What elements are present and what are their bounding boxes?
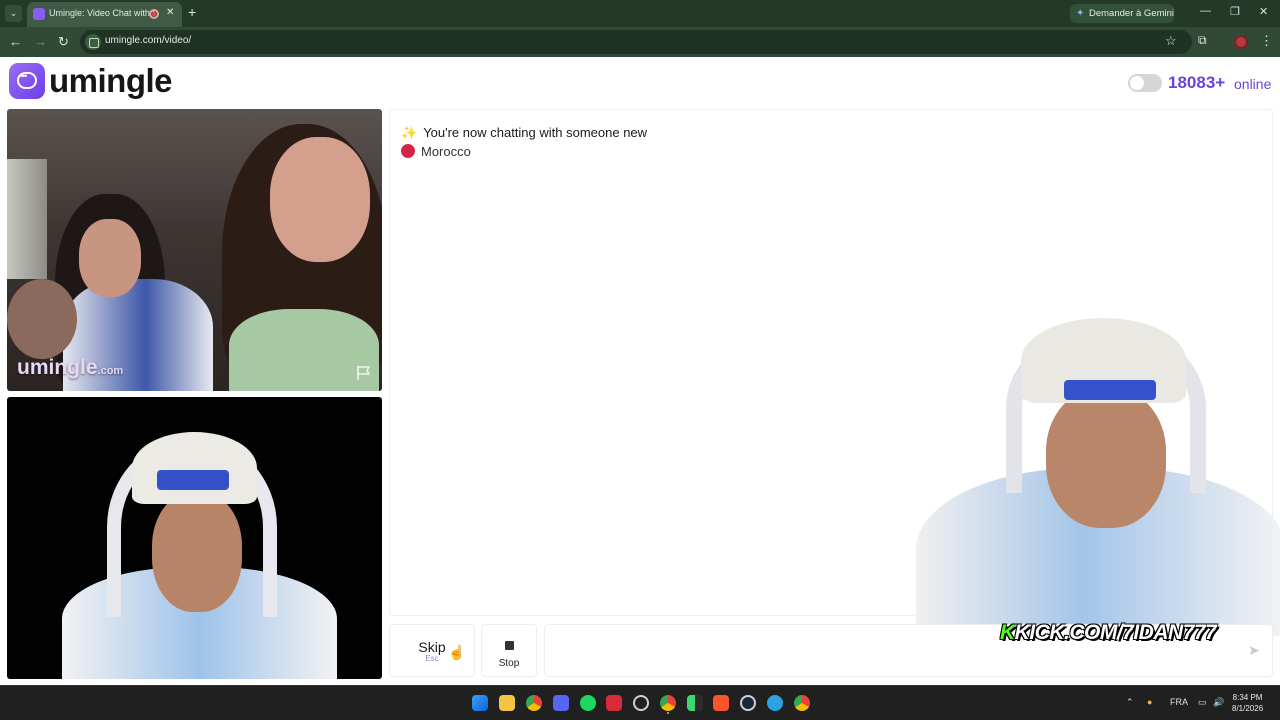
- site-logo-text[interactable]: umingle: [49, 62, 173, 100]
- steam-icon[interactable]: [740, 695, 756, 711]
- self-cap: [132, 432, 257, 504]
- umingle-logo-icon[interactable]: [9, 63, 45, 99]
- self-cap-band: [157, 470, 229, 490]
- browser-tab-bar: ⌄ Umingle: Video Chat with S ✕ + ✦ Deman…: [0, 0, 1280, 27]
- stranger-video: umingle.com: [7, 109, 382, 391]
- volume-icon[interactable]: 🔊: [1213, 697, 1224, 708]
- brave-icon[interactable]: [713, 695, 729, 711]
- kick-channel-overlay: KKICK.COM/7IDAN777: [1000, 621, 1217, 645]
- clock-time: 8:34 PM: [1232, 693, 1263, 702]
- chrome-active-icon[interactable]: [660, 695, 676, 711]
- system-message-text: You're now chatting with someone new: [423, 125, 648, 140]
- language-indicator[interactable]: FRA: [1170, 697, 1188, 707]
- file-explorer-icon[interactable]: [499, 695, 515, 711]
- report-flag-icon[interactable]: [355, 364, 373, 382]
- tab-close-icon[interactable]: ✕: [166, 7, 174, 18]
- circle-app-icon[interactable]: [633, 695, 649, 711]
- stranger-1-face: [79, 219, 141, 297]
- url-text: umingle.com/video/: [105, 35, 192, 46]
- gemini-button[interactable]: ✦ Demander à Gemini: [1070, 4, 1174, 23]
- restore-icon[interactable]: ❐: [1230, 5, 1240, 18]
- chrome-alt-icon[interactable]: [794, 695, 810, 711]
- site-info-icon[interactable]: [85, 34, 101, 50]
- clock-date: 8/1/2026: [1232, 704, 1264, 713]
- kick-url-text: KICK.COM/7IDAN777: [1014, 621, 1217, 644]
- network-icon[interactable]: ▭: [1198, 697, 1207, 708]
- tab-search-icon[interactable]: ⌄: [5, 5, 22, 22]
- stop-icon: [504, 641, 514, 650]
- windows-start-icon[interactable]: [472, 695, 488, 711]
- recording-icon: [149, 9, 159, 19]
- windows-taskbar: ⌃ ● FRA ▭ 🔊 8:34 PM 8/1/2026: [0, 685, 1280, 720]
- telegram-icon[interactable]: [767, 695, 783, 711]
- system-clock[interactable]: 8:34 PM 8/1/2026: [1232, 692, 1263, 714]
- streamer-webcam-overlay: [896, 318, 1280, 636]
- streamer-cap-band: [1064, 380, 1156, 400]
- watermark-suffix: .com: [97, 365, 124, 377]
- discord-icon[interactable]: [553, 695, 569, 711]
- reload-icon[interactable]: ↻: [58, 34, 69, 50]
- foreground-arm: [7, 279, 77, 359]
- online-count: 18083+: [1168, 73, 1226, 92]
- self-face: [152, 492, 242, 612]
- umingle-favicon-icon: [33, 8, 45, 20]
- back-icon[interactable]: ←: [9, 34, 22, 49]
- stranger-2-face: [270, 137, 370, 262]
- tray-overflow-icon[interactable]: ⌃: [1126, 697, 1134, 708]
- address-bar: ← → ↻ umingle.com/video/ ☆ ⧉ ⋮: [0, 27, 1280, 57]
- stop-button[interactable]: Stop: [481, 624, 537, 677]
- sparkle-icon: ✨: [401, 125, 418, 140]
- forward-icon[interactable]: →: [34, 34, 47, 49]
- background-window: [7, 159, 47, 279]
- stop-label: Stop: [498, 658, 520, 669]
- bookmark-star-icon[interactable]: ☆: [1165, 33, 1177, 49]
- extensions-icon[interactable]: ⧉: [1198, 33, 1207, 48]
- chat-bubble-icon: [17, 71, 37, 89]
- gemini-icon: ✦: [1076, 8, 1085, 19]
- microphone-icon[interactable]: ●: [1147, 697, 1152, 707]
- umingle-watermark: umingle.com: [17, 356, 123, 380]
- toggle-knob: [1130, 76, 1144, 90]
- kick-logo-letter: K: [1000, 621, 1015, 644]
- hand-cursor-icon: ☝: [448, 644, 466, 660]
- country-name: Morocco: [421, 144, 471, 159]
- browser-menu-icon[interactable]: ⋮: [1260, 33, 1273, 49]
- url-field[interactable]: umingle.com/video/: [80, 30, 1192, 54]
- green-play-icon[interactable]: [687, 695, 703, 711]
- tab-title: Umingle: Video Chat with S: [49, 8, 155, 18]
- online-label: online: [1234, 76, 1272, 92]
- system-message: ✨ You're now chatting with someone new: [401, 125, 647, 141]
- country-indicator: Morocco: [401, 144, 471, 159]
- browser-tab[interactable]: Umingle: Video Chat with S ✕: [27, 2, 182, 27]
- self-video: [7, 397, 382, 679]
- minimize-icon[interactable]: —: [1200, 5, 1211, 17]
- dark-mode-toggle[interactable]: [1128, 74, 1162, 92]
- spotify-icon[interactable]: [580, 695, 596, 711]
- new-tab-icon[interactable]: +: [188, 4, 196, 20]
- watermark-text: umingle: [17, 356, 98, 379]
- close-window-icon[interactable]: ✕: [1259, 5, 1268, 18]
- profile-avatar[interactable]: [1234, 35, 1248, 49]
- chrome-icon[interactable]: [526, 695, 542, 711]
- morocco-flag-icon: [401, 144, 415, 158]
- red-app-icon[interactable]: [606, 695, 622, 711]
- send-icon[interactable]: ➤: [1248, 642, 1260, 659]
- gemini-label: Demander à Gemini: [1089, 8, 1175, 19]
- streamer-face: [1046, 388, 1166, 528]
